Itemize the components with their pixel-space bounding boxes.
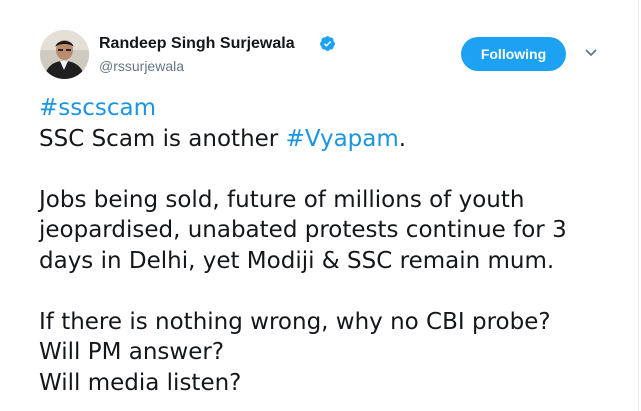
- tweet-line: jeopardised, unabated protests continue …: [39, 217, 567, 243]
- chevron-down-icon[interactable]: [585, 48, 597, 58]
- tweet-card: Randeep Singh Surjewala @rssurjewala Fol…: [0, 0, 639, 411]
- hashtag-link[interactable]: #Vyapam: [286, 126, 399, 152]
- avatar[interactable]: [40, 30, 89, 79]
- tweet-line: Will PM answer?: [39, 339, 225, 365]
- tweet-line: Jobs being sold, future of millions of y…: [39, 186, 525, 213]
- tweet-line: SSC Scam is another #Vyapam.: [39, 124, 629, 155]
- tweet-line: If there is nothing wrong, why no CBI pr…: [39, 308, 551, 335]
- hashtag-link[interactable]: #sscscam: [39, 95, 156, 121]
- tweet-line-text: .: [398, 125, 407, 152]
- avatar-image: [40, 30, 89, 79]
- following-button[interactable]: Following: [461, 37, 566, 71]
- tweet-line-text: SSC Scam is another: [39, 125, 286, 152]
- author-screen-name[interactable]: @rssurjewala: [99, 58, 184, 74]
- author-display-name[interactable]: Randeep Singh Surjewala: [99, 35, 295, 53]
- tweet-text: #sscscam SSC Scam is another #Vyapam. Jo…: [39, 93, 629, 398]
- tweet-line: Will media listen?: [39, 369, 242, 396]
- verified-badge-icon: [320, 36, 335, 51]
- tweet-line: #sscscam: [39, 93, 629, 124]
- tweet-line: days in Delhi, yet Modiji & SSC remain m…: [39, 247, 555, 274]
